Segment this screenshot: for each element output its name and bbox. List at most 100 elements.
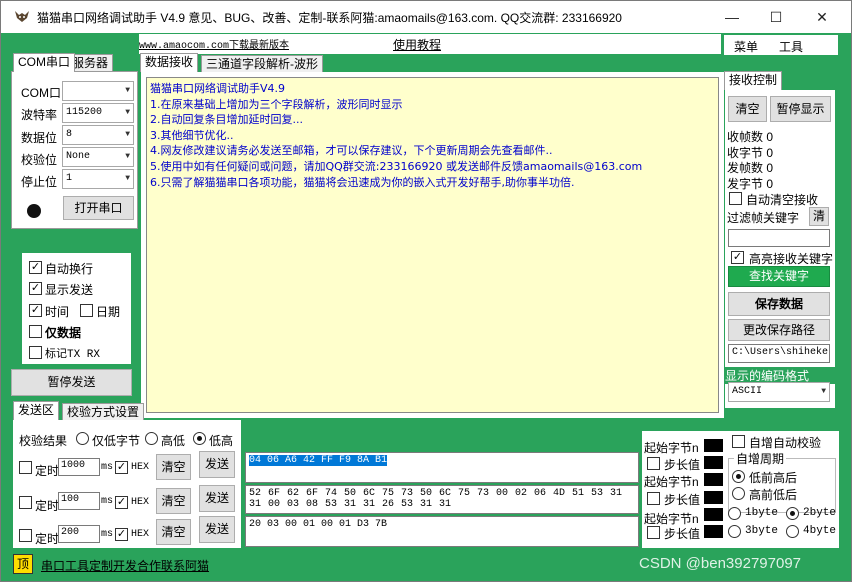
step-checkbox[interactable]: [647, 457, 660, 470]
byte3-radio[interactable]: [728, 525, 741, 538]
filter-keyword-input[interactable]: [728, 229, 830, 247]
open-port-button[interactable]: 打开串口: [63, 196, 134, 220]
save-data-button[interactable]: 保存数据: [728, 292, 830, 316]
tab-data-receive[interactable]: 数据接收: [140, 53, 199, 72]
highlight-keyword-checkbox[interactable]: ✓: [731, 251, 744, 264]
auto-wrap-checkbox[interactable]: ✓: [29, 261, 42, 274]
timed-label: 定时: [35, 499, 60, 513]
timed-send-checkbox[interactable]: [19, 529, 32, 542]
clear-send-button[interactable]: 清空: [156, 454, 191, 480]
auto-increment-label: 自增自动校验: [749, 436, 822, 450]
tab-checksum-mode[interactable]: 校验方式设置: [62, 403, 145, 421]
time-checkbox[interactable]: ✓: [29, 304, 42, 317]
find-keyword-button[interactable]: 查找关键字: [728, 266, 830, 287]
send-content-input-3[interactable]: 20 03 00 01 00 01 D3 7B: [245, 516, 639, 547]
encoding-select[interactable]: ASCII ▼: [728, 382, 830, 402]
save-path-input[interactable]: C:\Users\shiheke: [728, 344, 830, 363]
clear-send-button[interactable]: 清空: [156, 519, 191, 545]
display-options-panel: ✓ 自动换行 ✓ 显示发送 ✓ 时间 日期 仅数据 标记TX RX: [22, 253, 131, 364]
byte4-radio[interactable]: [786, 525, 799, 538]
send-button[interactable]: 发送: [199, 451, 235, 478]
stop-bits-select[interactable]: 1 ▼: [62, 169, 134, 189]
low-high-radio[interactable]: [193, 432, 206, 445]
tab-send-area[interactable]: 发送区: [13, 401, 60, 420]
date-checkbox[interactable]: [80, 304, 93, 317]
receive-line: 1.在原来基础上增加为三个字段解析，波形同时显示: [150, 97, 403, 111]
minimize-button[interactable]: —: [709, 1, 755, 33]
start-byte-input[interactable]: [703, 472, 724, 487]
time-label: 时间: [45, 305, 70, 319]
byte2-radio[interactable]: [786, 507, 799, 520]
low-high-label: 低高: [209, 434, 234, 448]
start-byte-input[interactable]: [703, 507, 724, 522]
clear-receive-button[interactable]: 清空: [728, 96, 767, 122]
date-label: 日期: [96, 305, 121, 319]
com-port-select[interactable]: ▼: [62, 81, 134, 101]
high-low-radio[interactable]: [145, 432, 158, 445]
byte1-radio[interactable]: [728, 507, 741, 520]
chevron-down-icon: ▼: [125, 86, 130, 95]
receive-text-area[interactable]: 猫猫串口网络调试助手V4.9 1.在原来基础上增加为三个字段解析，波形同时显示 …: [146, 77, 719, 413]
close-button[interactable]: ✕: [799, 1, 845, 33]
custom-dev-link[interactable]: 串口工具定制开发合作联系阿猫: [41, 557, 209, 574]
hex-checkbox[interactable]: ✓: [115, 461, 128, 474]
timed-send-checkbox[interactable]: [19, 496, 32, 509]
tab-three-channel[interactable]: 三通道字段解析-波形: [201, 55, 323, 73]
auto-clear-checkbox[interactable]: [729, 192, 742, 205]
step-label: 步长值: [664, 493, 701, 507]
show-send-checkbox[interactable]: ✓: [29, 282, 42, 295]
send-content-input-1[interactable]: 04 06 A6 42 FF F9 8A B1: [245, 452, 639, 483]
mark-txrx-checkbox[interactable]: [29, 346, 42, 359]
step-input[interactable]: [703, 524, 724, 539]
low-first-radio[interactable]: [732, 470, 745, 483]
baud-rate-select[interactable]: 115200 ▼: [62, 103, 134, 123]
pin-top-button[interactable]: 顶: [13, 554, 33, 574]
timed-label: 定时: [35, 464, 60, 478]
port-status-indicator: [27, 204, 41, 218]
step-input[interactable]: [703, 455, 724, 470]
timed-send-checkbox[interactable]: [19, 461, 32, 474]
title-bar[interactable]: 猫猫串口网络调试助手 V4.9 意见、BUG、改善、定制-联系阿猫:amaoma…: [1, 1, 851, 33]
pause-send-button[interactable]: 暂停发送: [11, 369, 132, 396]
download-link[interactable]: www.amaocom.com下载最新版本: [139, 36, 289, 52]
hex-checkbox[interactable]: ✓: [115, 528, 128, 541]
auto-increment-checkbox[interactable]: [732, 435, 745, 448]
hex-checkbox[interactable]: ✓: [115, 496, 128, 509]
menu-item-tools[interactable]: 工具: [779, 38, 803, 55]
change-save-path-button[interactable]: 更改保存路径: [728, 319, 830, 341]
tab-receive-control[interactable]: 接收控制: [724, 71, 783, 90]
step-checkbox[interactable]: [647, 492, 660, 505]
clear-send-button[interactable]: 清空: [156, 488, 191, 514]
chevron-down-icon: ▼: [125, 108, 130, 117]
send-content-input-2[interactable]: 52 6F 62 6F 74 50 6C 75 73 50 6C 75 73 0…: [245, 485, 639, 514]
step-checkbox[interactable]: [647, 526, 660, 539]
step-input[interactable]: [703, 490, 724, 505]
menu-item-menu[interactable]: 菜单: [734, 38, 758, 55]
pause-display-button[interactable]: 暂停显示: [770, 96, 831, 122]
data-only-label: 仅数据: [45, 326, 82, 340]
start-byte-input[interactable]: [703, 438, 724, 453]
send-options-panel: 校验结果 仅低字节 高低 低高 定时 1000 ms ✓ HEX 清空 发送 定…: [13, 420, 241, 548]
interval-input[interactable]: 100: [58, 492, 100, 510]
data-bits-select[interactable]: 8 ▼: [62, 125, 134, 145]
filter-clear-button[interactable]: 清: [809, 207, 829, 226]
high-first-radio[interactable]: [732, 487, 745, 500]
ms-unit-label: ms: [101, 496, 114, 507]
data-only-checkbox[interactable]: [29, 325, 42, 338]
send-button[interactable]: 发送: [199, 516, 235, 543]
tab-com[interactable]: COM串口: [13, 53, 75, 72]
parity-select[interactable]: None ▼: [62, 147, 134, 167]
interval-input[interactable]: 1000: [58, 458, 100, 476]
increment-period-title: 自增周期: [734, 450, 787, 467]
interval-input[interactable]: 200: [58, 525, 100, 543]
tutorial-link[interactable]: 使用教程: [393, 36, 441, 53]
maximize-button[interactable]: ☐: [753, 1, 799, 33]
send-frames-count: 发帧数 0: [727, 161, 774, 175]
send-button[interactable]: 发送: [199, 485, 235, 512]
low-byte-only-radio[interactable]: [76, 432, 89, 445]
chevron-down-icon: ▼: [125, 152, 130, 161]
checksum-result-label: 校验结果: [19, 434, 68, 448]
csdn-watermark: CSDN @ben392797097: [639, 555, 802, 572]
auto-wrap-label: 自动换行: [45, 262, 94, 276]
start-byte-label: 起始字节n: [644, 441, 699, 455]
